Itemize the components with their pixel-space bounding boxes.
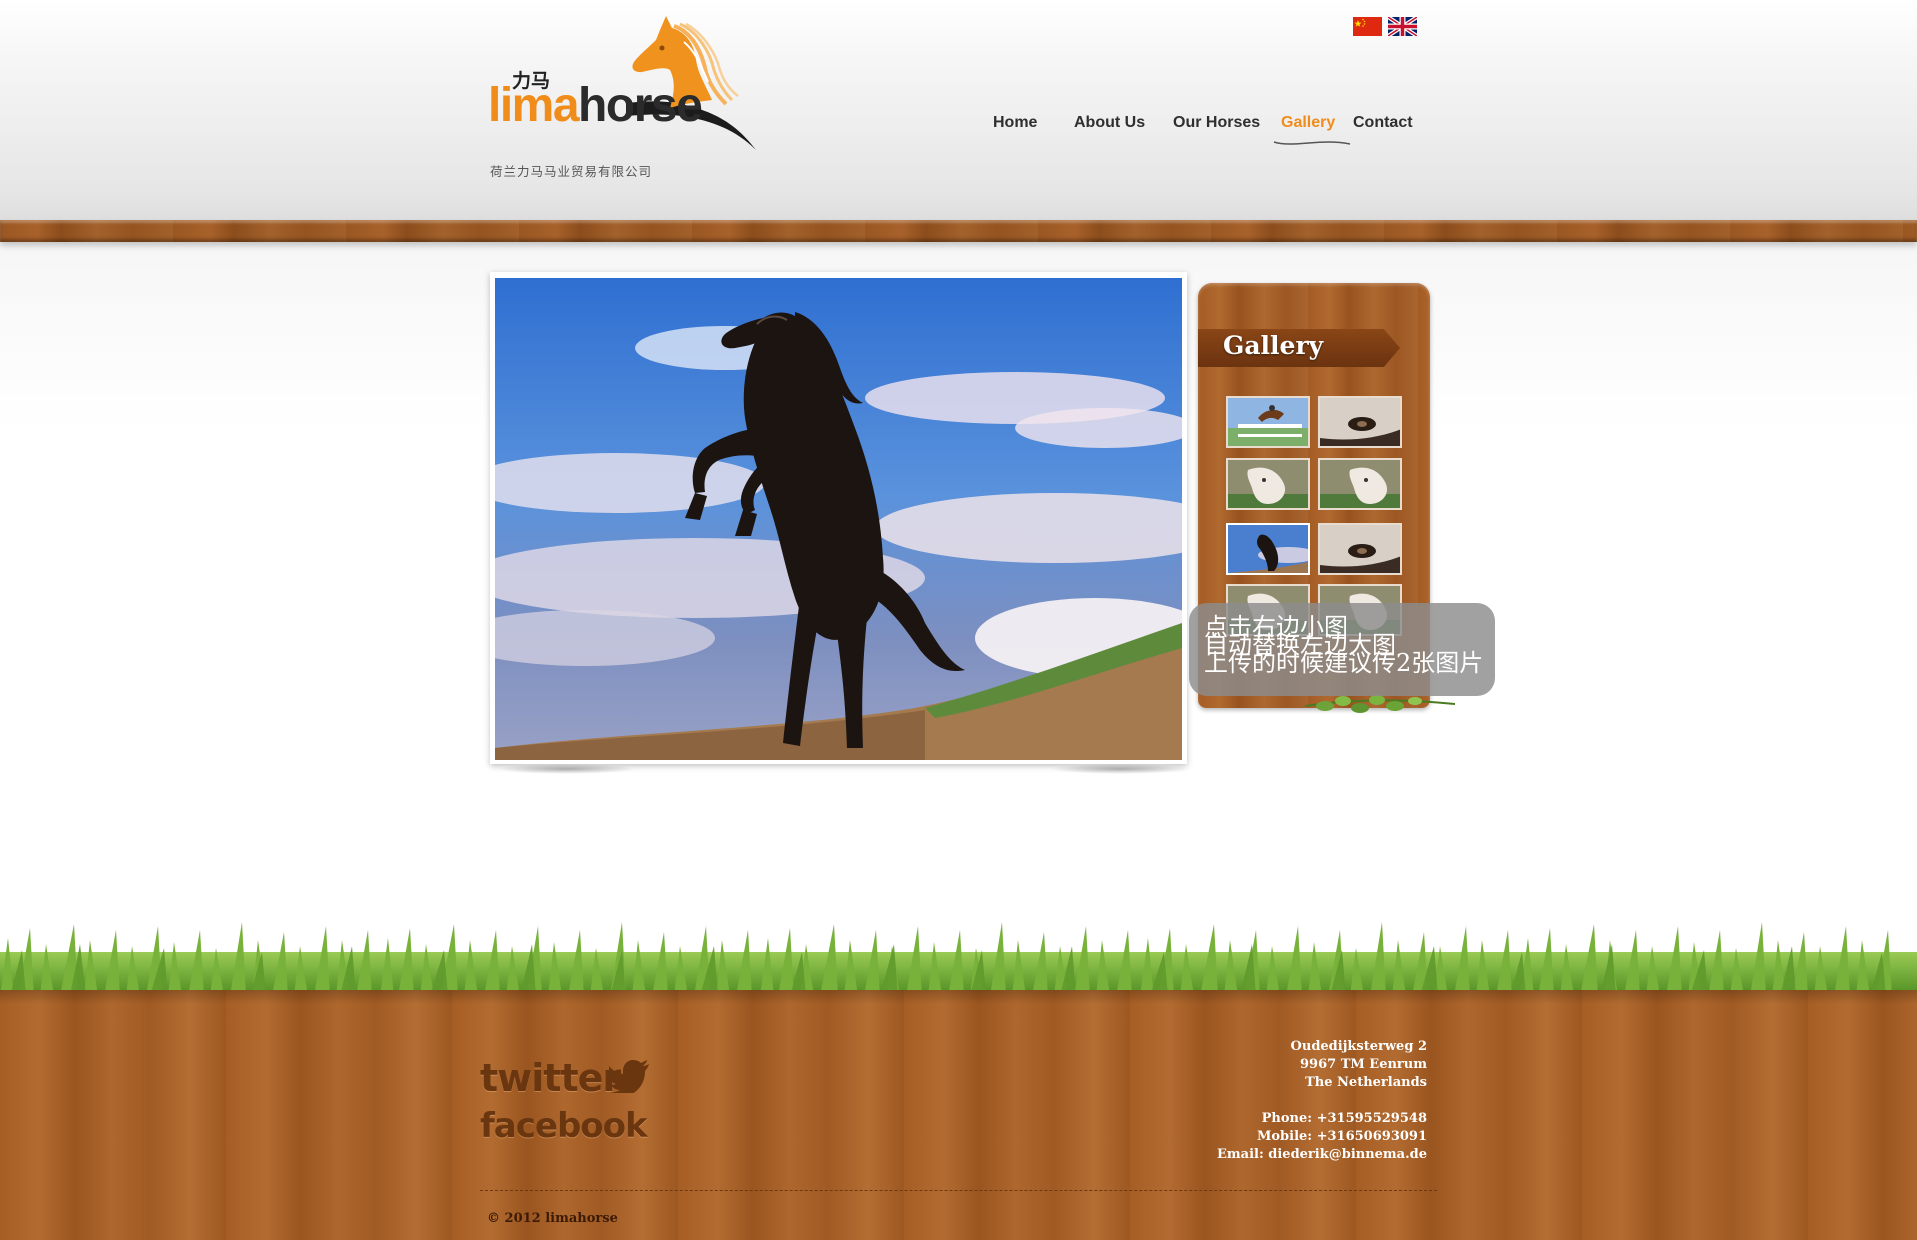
contact-info: Oudedijksterweg 2 9967 TM Eenrum The Net…: [1217, 1038, 1427, 1164]
phone-number: Phone: +31595529548: [1261, 1111, 1427, 1126]
gallery-title: Gallery: [1223, 331, 1324, 360]
logo-lima-text: lima: [488, 79, 580, 132]
address-line-1: Oudedijksterweg 2: [1290, 1039, 1427, 1054]
gallery-thumb-show-jumping[interactable]: [1226, 396, 1310, 448]
page-header: [0, 0, 1917, 220]
address-line-3: The Netherlands: [1305, 1075, 1427, 1090]
grass-decoration: [0, 922, 1917, 996]
gallery-thumb-horse-eye-2[interactable]: [1318, 523, 1402, 575]
tooltip-line-3: 上传的时候建议传2张图片: [1204, 649, 1484, 677]
nav-our-horses[interactable]: Our Horses: [1173, 114, 1260, 132]
address-line-2: 9967 TM Eenrum: [1300, 1057, 1427, 1072]
gallery-thumb-horse-eye[interactable]: [1318, 396, 1402, 448]
gallery-thumb-white-horse-1[interactable]: [1226, 458, 1310, 510]
gallery-thumb-rearing-horse-selected[interactable]: [1226, 523, 1310, 575]
photo-shadow-left: [496, 764, 636, 774]
contact-spacer: [1217, 1092, 1427, 1110]
china-flag-icon[interactable]: [1353, 17, 1382, 36]
copyright-text: © 2012 limahorse: [487, 1211, 618, 1226]
main-photo-frame: [490, 272, 1187, 764]
twitter-link[interactable]: twitter: [480, 1056, 621, 1100]
footer-top-shade: [0, 990, 1917, 1004]
facebook-link[interactable]: facebook: [480, 1106, 648, 1146]
logo-wordmark: limahorse: [488, 76, 703, 136]
nav-home[interactable]: Home: [993, 114, 1037, 132]
active-nav-underline: [1273, 141, 1351, 145]
main-photo-rearing-horse: [495, 278, 1182, 760]
twitter-bird-icon[interactable]: [609, 1059, 651, 1093]
footer-divider: [480, 1190, 1437, 1191]
page-footer: [0, 990, 1917, 1240]
nav-gallery[interactable]: Gallery: [1281, 114, 1335, 132]
language-switcher: [1353, 17, 1417, 36]
photo-shadow-right: [1050, 764, 1190, 774]
mobile-number: Mobile: +31650693091: [1256, 1129, 1427, 1144]
nav-contact[interactable]: Contact: [1353, 114, 1413, 132]
logo-horse-text: horse: [578, 79, 703, 132]
site-logo[interactable]: 力马 limahorse 荷兰力马马业贸易有限公司: [486, 12, 786, 182]
company-chinese-name: 荷兰力马马业贸易有限公司: [490, 164, 653, 179]
gallery-thumb-white-horse-2[interactable]: [1318, 458, 1402, 510]
decorative-leaves-icon: [1305, 695, 1455, 713]
nav-about-us[interactable]: About Us: [1074, 114, 1145, 132]
wood-divider-band: [0, 220, 1917, 242]
email-address[interactable]: Email: diederik@binnema.de: [1217, 1146, 1427, 1164]
uk-flag-icon[interactable]: [1388, 17, 1417, 36]
